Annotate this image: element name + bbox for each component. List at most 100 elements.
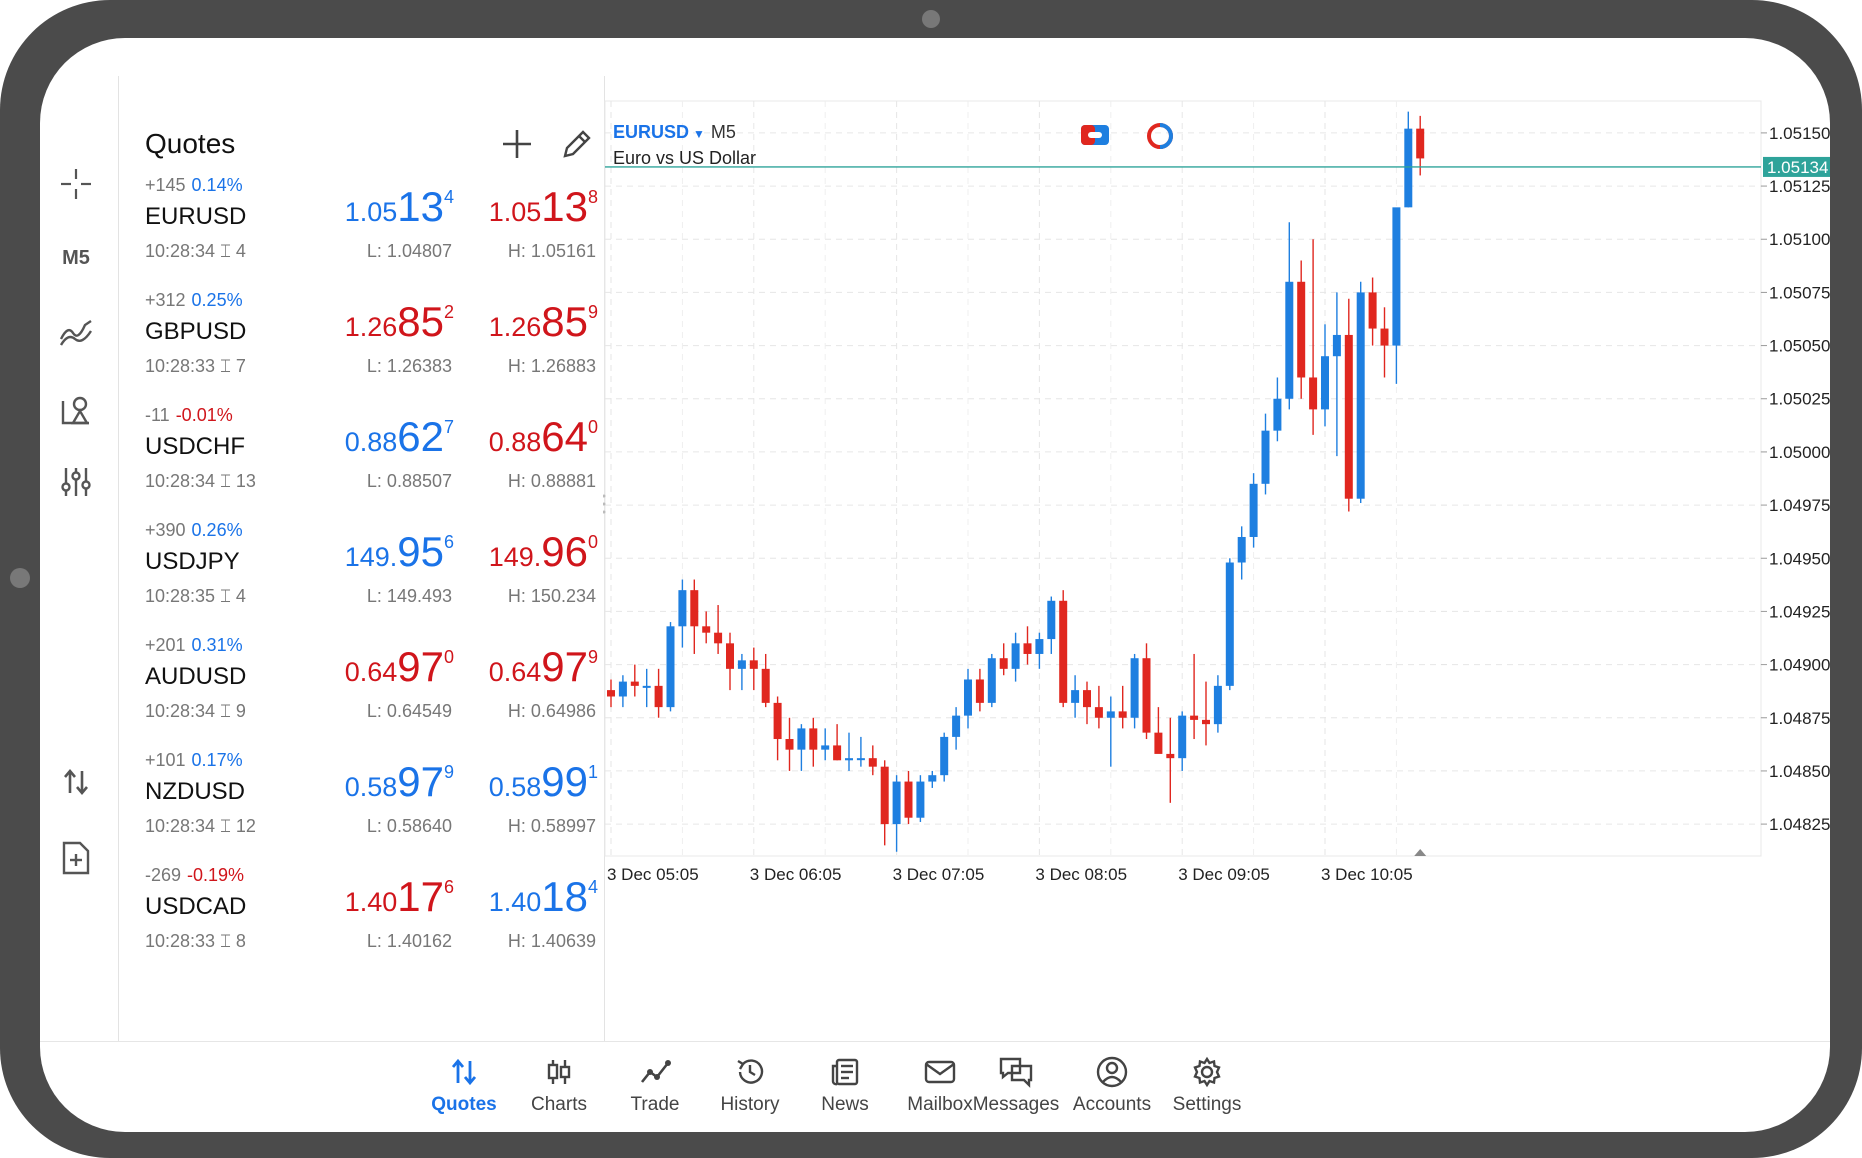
ask-price[interactable]: 0.88640: [489, 413, 598, 461]
candle-body: [785, 739, 794, 750]
change-percent: 0.14%: [191, 175, 243, 195]
bid-price[interactable]: 1.05134: [345, 183, 454, 231]
low-price: L: 0.58640: [366, 816, 452, 836]
nav-accounts[interactable]: Accounts: [1057, 1054, 1167, 1116]
ask-price[interactable]: 1.26859: [489, 298, 598, 346]
bid-price[interactable]: 0.88627: [345, 413, 454, 461]
bid-price[interactable]: 0.64970: [345, 643, 454, 691]
candle-body: [1261, 430, 1270, 484]
high-price: H: 0.58997: [507, 816, 596, 836]
y-axis-label: 1.04900: [1769, 656, 1830, 675]
nav-label: History: [720, 1094, 780, 1115]
candle-body: [1321, 356, 1329, 410]
ask-price[interactable]: 0.58991: [489, 758, 598, 806]
bottom-navigation: Quotes Charts Trade History News Mailbox Messa…: [40, 1041, 1830, 1132]
quote-row-usdjpy[interactable]: +390 0.26% USDJPY 10:28:35 ⌶ 4 149.956 149.96…: [119, 512, 604, 627]
ask-point: 0: [587, 532, 598, 552]
candle-body: [1273, 398, 1282, 431]
side-button: [10, 568, 30, 588]
candle-body: [1059, 600, 1068, 703]
indicators-icon[interactable]: [52, 308, 100, 356]
ask-prefix: 1.05: [488, 197, 542, 227]
candle-body: [964, 679, 972, 716]
spread-value: 4: [235, 241, 246, 261]
candle-body: [1368, 292, 1377, 329]
nav-news[interactable]: News: [790, 1054, 900, 1116]
accounts-icon: [1057, 1054, 1167, 1090]
settings-sliders-icon[interactable]: [52, 458, 100, 506]
change-percent: 0.25%: [191, 290, 243, 310]
bid-pips: 95: [397, 528, 444, 575]
bid-price[interactable]: 149.956: [345, 528, 454, 576]
nav-quotes[interactable]: Quotes: [409, 1054, 519, 1116]
candle-body: [1392, 207, 1401, 346]
high-price: H: 1.26883: [507, 356, 596, 376]
quote-row-usdcad[interactable]: -269 -0.19% USDCAD 10:28:33 ⌶ 8 1.40176 1.401…: [119, 857, 604, 972]
trade-arrows-icon[interactable]: [52, 758, 100, 806]
candle-body: [702, 626, 711, 633]
time-value: 10:28:35: [145, 586, 216, 606]
spread-icon: ⌶: [220, 241, 231, 261]
x-axis-label: 3 Dec 10:05: [1321, 865, 1413, 884]
candle-body: [1332, 334, 1341, 357]
chart-symbol[interactable]: EURUSD: [613, 122, 689, 142]
symbol-name: GBPUSD: [145, 318, 247, 345]
change-points: +145: [145, 175, 186, 195]
ask-price[interactable]: 1.40184: [489, 873, 598, 921]
quote-time: 10:28:34 ⌶ 12: [145, 816, 256, 837]
bid-price[interactable]: 1.40176: [345, 873, 454, 921]
change-value: +101 0.17%: [145, 750, 243, 771]
bid-price[interactable]: 0.58979: [345, 758, 454, 806]
time-value: 10:28:34: [145, 816, 216, 836]
change-value: -11 -0.01%: [145, 405, 233, 426]
nav-charts[interactable]: Charts: [504, 1054, 614, 1116]
quote-row-eurusd[interactable]: +145 0.14% EURUSD 10:28:34 ⌶ 4 1.05134 1.0513…: [119, 167, 604, 282]
change-value: +390 0.26%: [145, 520, 243, 541]
bid-price[interactable]: 1.26852: [345, 298, 454, 346]
spread-value: 8: [235, 931, 246, 951]
timeframe-button[interactable]: M5: [52, 234, 100, 282]
bid-prefix: 0.58: [344, 772, 398, 802]
candle-body: [892, 781, 901, 825]
bid-point: 9: [443, 762, 454, 782]
charts-icon: [504, 1054, 614, 1090]
bid-point: 6: [443, 877, 454, 897]
candle-body: [1106, 711, 1115, 718]
new-document-icon[interactable]: [52, 834, 100, 882]
nav-settings[interactable]: Settings: [1152, 1054, 1262, 1116]
candle-body: [1249, 483, 1258, 537]
edit-list-button[interactable]: [557, 124, 597, 164]
nav-messages[interactable]: Messages: [961, 1054, 1071, 1116]
quote-row-nzdusd[interactable]: +101 0.17% NZDUSD 10:28:34 ⌶ 12 0.58979 0.589…: [119, 742, 604, 857]
add-symbol-button[interactable]: [497, 124, 537, 164]
quote-row-gbpusd[interactable]: +312 0.25% GBPUSD 10:28:33 ⌶ 7 1.26852 1.2685…: [119, 282, 604, 397]
objects-icon[interactable]: [52, 386, 100, 434]
spread-icon: ⌶: [220, 816, 231, 836]
candle-body: [904, 781, 913, 818]
quote-row-audusd[interactable]: +201 0.31% AUDUSD 10:28:34 ⌶ 9 0.64970 0.6497…: [119, 627, 604, 742]
quote-row-usdchf[interactable]: -11 -0.01% USDCHF 10:28:34 ⌶ 13 0.88627 0.886…: [119, 397, 604, 512]
time-value: 10:28:34: [145, 471, 216, 491]
chart-area[interactable]: 1.05150 1.05125 1.05100 1.05075 1.05050 1.050…: [603, 76, 1830, 1041]
candle-body: [987, 658, 996, 703]
ask-point: 8: [587, 187, 598, 207]
spread-value: 12: [235, 816, 256, 836]
candle-body: [1166, 753, 1175, 759]
candle-body: [880, 766, 889, 825]
nav-label: Accounts: [1072, 1094, 1152, 1115]
candle-body: [654, 685, 663, 708]
change-points: -269: [145, 865, 182, 885]
ask-price[interactable]: 0.64979: [489, 643, 598, 691]
crosshair-icon[interactable]: [52, 160, 100, 208]
nav-trade[interactable]: Trade: [600, 1054, 710, 1116]
settings-icon: [1152, 1054, 1262, 1090]
y-axis-label: 1.05125: [1769, 177, 1830, 196]
ask-price[interactable]: 1.05138: [489, 183, 598, 231]
ask-price[interactable]: 149.960: [489, 528, 598, 576]
symbol-name: USDCAD: [145, 893, 247, 920]
y-axis-label: 1.04975: [1769, 496, 1830, 515]
nav-history[interactable]: History: [695, 1054, 805, 1116]
y-axis-label: 1.05075: [1769, 283, 1830, 302]
change-percent: -0.01%: [175, 405, 233, 425]
candlestick-chart[interactable]: 1.05150 1.05125 1.05100 1.05075 1.05050 1.050…: [603, 76, 1830, 1041]
